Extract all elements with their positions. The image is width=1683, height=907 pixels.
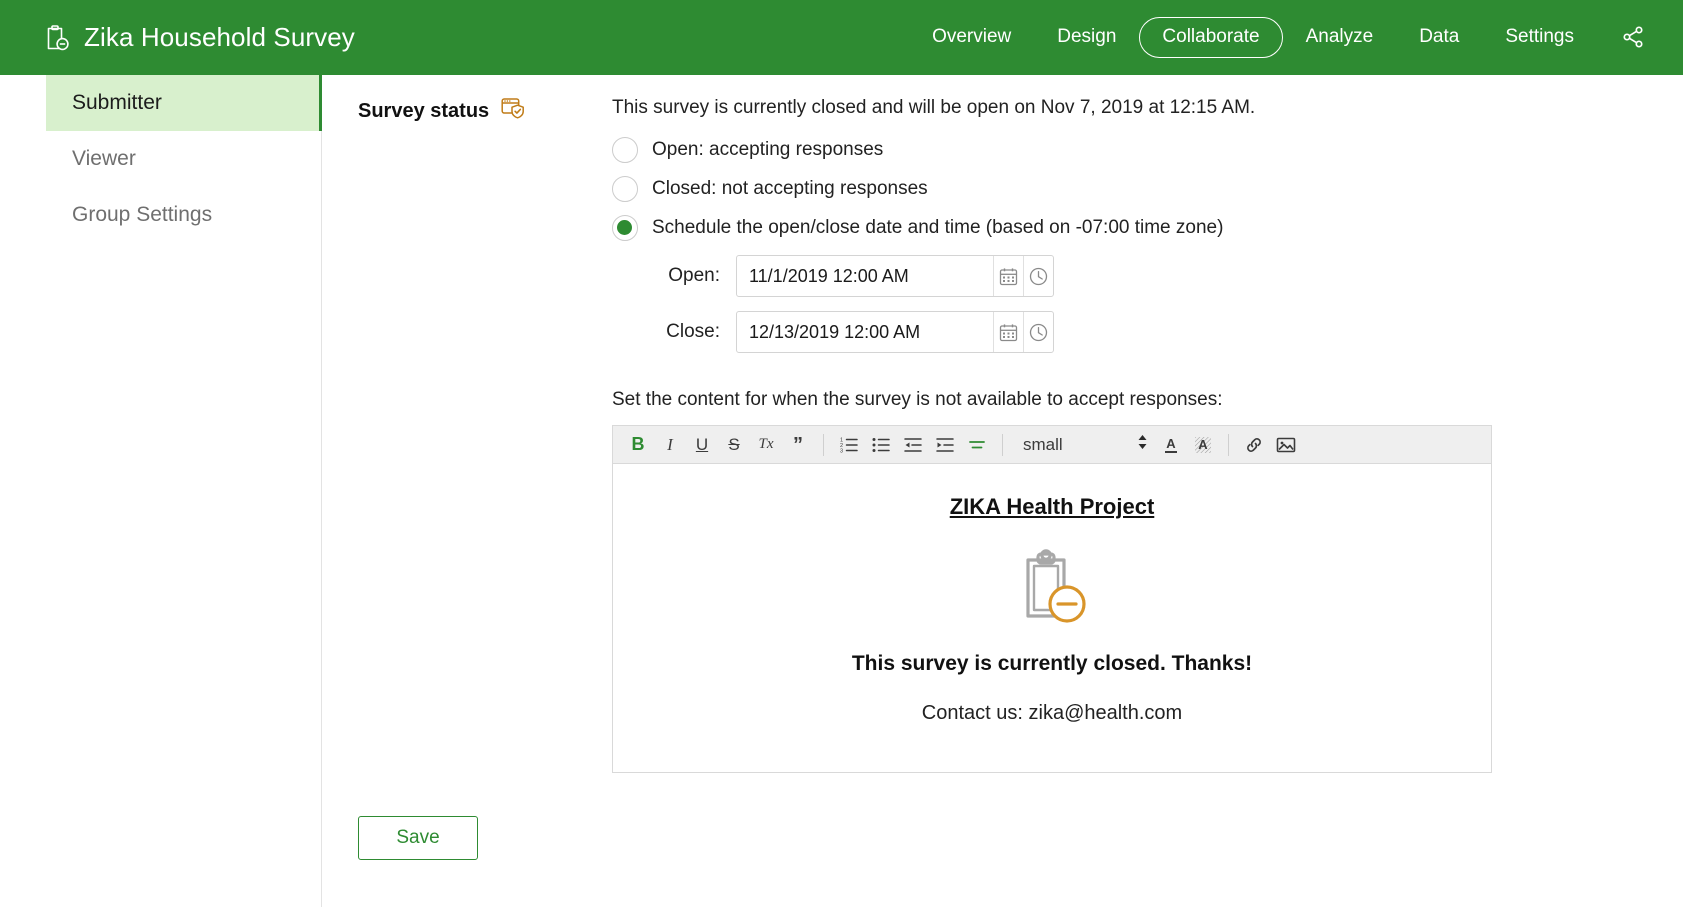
sidebar: Submitter Viewer Group Settings <box>0 75 322 907</box>
open-calendar-icon[interactable] <box>993 256 1023 296</box>
text-highlight-icon[interactable]: A <box>1188 430 1218 460</box>
nav-item-settings[interactable]: Settings <box>1482 17 1597 58</box>
option-open-label: Open: accepting responses <box>652 139 884 160</box>
close-calendar-icon[interactable] <box>993 312 1023 352</box>
outdent-icon[interactable] <box>898 430 928 460</box>
nav-item-overview[interactable]: Overview <box>909 17 1034 58</box>
open-clock-icon[interactable] <box>1023 256 1053 296</box>
survey-status-settings: This survey is currently closed and will… <box>612 97 1683 907</box>
nav-item-design[interactable]: Design <box>1034 17 1139 58</box>
font-size-select[interactable]: small <box>1013 433 1154 456</box>
nav-item-analyze[interactable]: Analyze <box>1283 17 1397 58</box>
align-icon[interactable] <box>962 430 992 460</box>
link-icon[interactable] <box>1239 430 1269 460</box>
survey-status-heading: Survey status <box>358 97 612 126</box>
close-clock-icon[interactable] <box>1023 312 1053 352</box>
survey-status-shield-icon <box>501 97 525 126</box>
share-icon[interactable] <box>1613 17 1653 57</box>
strikethrough-icon[interactable]: S <box>719 430 749 460</box>
svg-text:A: A <box>1198 437 1208 452</box>
content-area: Survey status Save This survey is curren… <box>322 75 1683 907</box>
indent-icon[interactable] <box>930 430 960 460</box>
app-header: Zika Household Survey Overview Design Co… <box>0 0 1683 75</box>
open-date-input[interactable] <box>737 256 993 296</box>
bullet-list-icon[interactable] <box>866 430 896 460</box>
close-date-label: Close: <box>666 321 720 342</box>
editor-caption: Set the content for when the survey is n… <box>612 389 1223 410</box>
editor-content[interactable]: ZIKA Health Project This survey is curre… <box>613 464 1491 772</box>
nav-item-collaborate[interactable]: Collaborate <box>1139 17 1283 58</box>
ordered-list-icon[interactable]: 123 <box>834 430 864 460</box>
radio-schedule[interactable] <box>612 215 638 241</box>
option-schedule[interactable]: Schedule the open/close date and time (b… <box>612 215 1643 241</box>
open-date-label: Open: <box>668 265 720 286</box>
option-open[interactable]: Open: accepting responses <box>612 137 1643 163</box>
toolbar-divider-3 <box>1227 433 1229 456</box>
save-button[interactable]: Save <box>358 816 478 860</box>
option-closed[interactable]: Closed: not accepting responses <box>612 176 1643 202</box>
svg-text:3: 3 <box>840 448 843 453</box>
survey-status-label: Survey status <box>358 100 490 122</box>
toolbar-divider-2 <box>1002 433 1003 456</box>
toolbar-divider <box>823 433 824 456</box>
close-date-row: Close: <box>654 311 1643 353</box>
italic-icon[interactable]: I <box>655 430 685 460</box>
option-closed-label: Closed: not accepting responses <box>652 178 928 199</box>
status-sentence: This survey is currently closed and will… <box>612 97 1256 118</box>
rich-text-editor: B I U S Tx ” 123 small A A ZIKA Health P… <box>612 425 1492 773</box>
top-navigation: Overview Design Collaborate Analyze Data… <box>909 17 1653 58</box>
save-button-wrap: Save <box>358 816 612 860</box>
sidebar-item-viewer[interactable]: Viewer <box>46 131 321 187</box>
close-date-input[interactable] <box>737 312 993 352</box>
svg-text:A: A <box>1166 436 1176 451</box>
sidebar-item-submitter[interactable]: Submitter <box>46 75 322 131</box>
option-schedule-label: Schedule the open/close date and time (b… <box>652 217 1224 238</box>
font-size-value: small <box>1023 434 1063 454</box>
editor-doc-title: ZIKA Health Project <box>949 494 1155 519</box>
editor-closed-message: This survey is currently closed. Thanks! <box>851 652 1253 675</box>
close-date-field[interactable] <box>736 311 1054 353</box>
open-date-field[interactable] <box>736 255 1054 297</box>
nav-item-data[interactable]: Data <box>1396 17 1482 58</box>
survey-status-column: Survey status Save <box>322 97 612 907</box>
editor-toolbar: B I U S Tx ” 123 small A A <box>613 426 1491 464</box>
clipboard-minus-icon <box>44 24 70 52</box>
blockquote-icon[interactable]: ” <box>783 430 813 460</box>
clipboard-minus-illustration <box>633 548 1471 628</box>
image-icon[interactable] <box>1271 430 1301 460</box>
page-title: Zika Household Survey <box>84 22 355 52</box>
chevron-updown-icon[interactable] <box>1137 433 1148 456</box>
open-date-row: Open: <box>654 255 1643 297</box>
radio-closed[interactable] <box>612 176 638 202</box>
page-body: Submitter Viewer Group Settings Survey s… <box>0 75 1683 907</box>
font-color-icon[interactable]: A <box>1156 430 1186 460</box>
bold-icon[interactable]: B <box>623 430 653 460</box>
editor-contact: Contact us: zika@health.com <box>921 702 1183 724</box>
clear-formatting-icon[interactable]: Tx <box>751 430 781 460</box>
radio-open[interactable] <box>612 137 638 163</box>
underline-icon[interactable]: U <box>687 430 717 460</box>
sidebar-item-group-settings[interactable]: Group Settings <box>46 187 321 243</box>
brand: Zika Household Survey <box>44 22 355 53</box>
